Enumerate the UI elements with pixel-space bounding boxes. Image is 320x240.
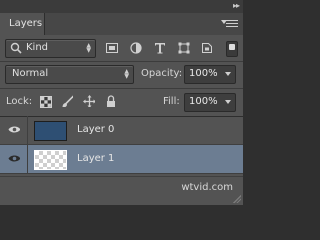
chevron-updown-icon: ▲ ▼ [86,42,91,54]
lock-transparent-pixels-icon[interactable] [40,96,52,108]
search-icon [10,42,22,54]
panel-footer: wtvid.com [0,176,243,205]
resize-grip-icon[interactable] [233,195,241,203]
watermark: wtvid.com [181,182,233,193]
opacity-field[interactable]: 100% [184,65,236,84]
type-filter-icon[interactable] [154,42,166,54]
chevron-down-icon[interactable] [225,100,231,104]
lock-all-icon[interactable] [106,95,118,107]
blend-mode-label: Normal [12,68,49,79]
layer-list: Layer 0 Layer 1 [0,116,243,176]
opacity-label: Opacity: [141,68,183,79]
visibility-eye-icon[interactable] [8,154,20,163]
layer-name[interactable]: Layer 0 [77,124,114,135]
layer-thumbnail[interactable] [34,150,67,170]
tab-layers-label: Layers [9,18,43,29]
chevron-down-icon[interactable] [225,72,231,76]
fill-value: 100% [189,96,218,107]
lock-label: Lock: [6,96,33,107]
filter-kind-dropdown[interactable]: Kind ▲ ▼ [5,39,96,58]
chevron-updown-icon: ▲ ▼ [124,68,129,80]
layers-panel: ▸▸ Layers Kind ▲ ▼ Normal ▲ ▼ Opacity: 1… [0,0,243,205]
filter-toggle-icon[interactable] [226,41,238,57]
divider [27,145,28,173]
filter-kind-label: Kind [26,42,49,53]
collapse-icon[interactable]: ▸▸ [233,1,240,10]
layer-row-layer-1[interactable]: Layer 1 [0,145,243,174]
blend-row: Normal ▲ ▼ Opacity: 100% [0,62,243,88]
filter-row: Kind ▲ ▼ [0,35,243,61]
panel-tab-row: Layers [0,13,243,35]
adjustment-filter-icon[interactable] [130,42,142,54]
visibility-eye-icon[interactable] [8,125,20,134]
shape-filter-icon[interactable] [178,42,190,54]
tab-layers[interactable]: Layers [0,13,45,35]
fill-field[interactable]: 100% [184,93,236,112]
fill-label: Fill: [163,96,180,107]
lock-position-icon[interactable] [83,95,95,107]
blend-mode-dropdown[interactable]: Normal ▲ ▼ [5,65,134,84]
lock-image-pixels-icon[interactable] [61,95,73,107]
layer-thumbnail[interactable] [34,121,67,141]
panel-title-bar[interactable]: ▸▸ [0,0,243,13]
opacity-value: 100% [189,68,218,79]
smart-object-filter-icon[interactable] [201,42,213,54]
lock-row: Lock: Fill: 100% [0,89,243,116]
panel-menu-icon[interactable] [221,18,238,28]
divider [27,116,28,144]
layer-row-layer-0[interactable]: Layer 0 [0,116,243,145]
layer-name[interactable]: Layer 1 [77,153,114,164]
pixel-filter-icon[interactable] [106,43,118,55]
